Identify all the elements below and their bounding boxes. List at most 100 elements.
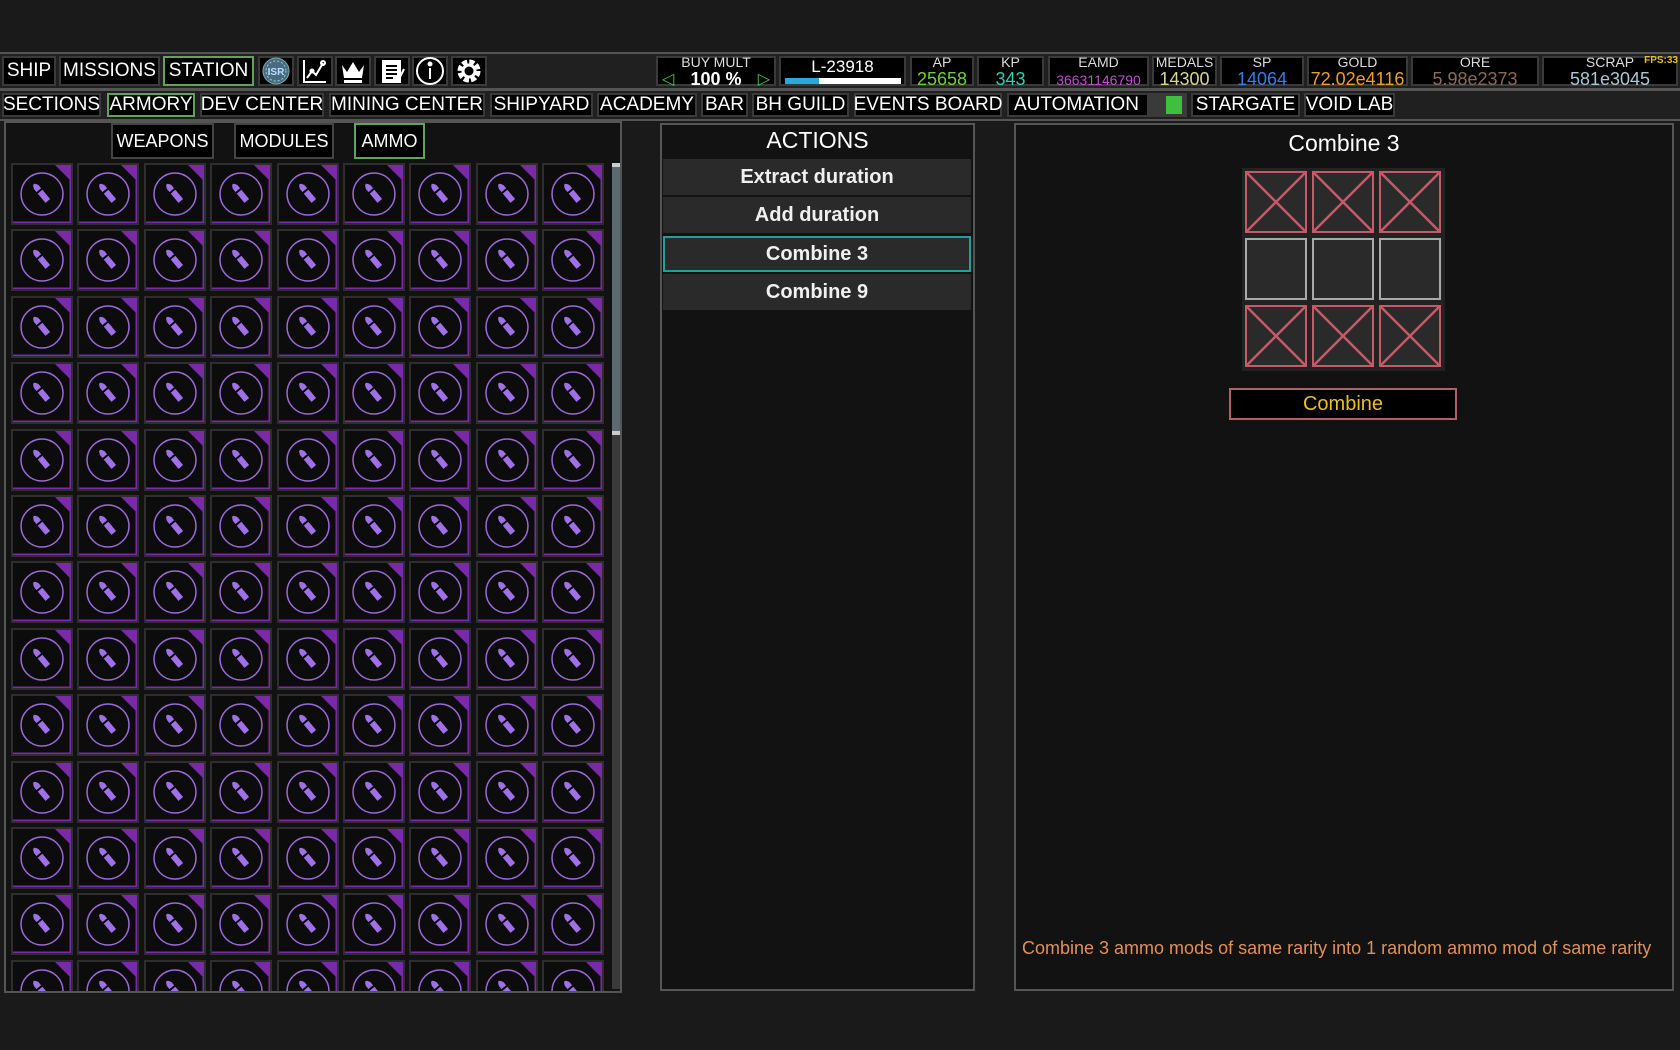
ammo-item[interactable]	[77, 163, 140, 225]
section-bar[interactable]: BAR	[701, 93, 748, 117]
ammo-item[interactable]	[475, 959, 538, 991]
ammo-item[interactable]	[210, 163, 273, 225]
ammo-item[interactable]	[210, 827, 273, 889]
ammo-item[interactable]	[475, 495, 538, 557]
ammo-item[interactable]	[77, 561, 140, 624]
tab-ship[interactable]: SHIP	[2, 56, 56, 86]
ammo-item[interactable]	[409, 229, 472, 292]
ammo-item[interactable]	[210, 627, 273, 690]
ammo-item[interactable]	[475, 561, 538, 624]
section-events-board[interactable]: EVENTS BOARD	[854, 93, 1002, 117]
ammo-item[interactable]	[542, 959, 605, 991]
combine-button[interactable]: Combine	[1229, 388, 1457, 420]
locked-slot[interactable]	[1379, 171, 1441, 233]
tab-modules[interactable]: MODULES	[234, 123, 334, 159]
ammo-item[interactable]	[409, 827, 472, 889]
ammo-item[interactable]	[11, 229, 73, 292]
ammo-item[interactable]	[542, 627, 605, 690]
ammo-item[interactable]	[276, 428, 339, 491]
section-shipyard[interactable]: SHIPYARD	[490, 93, 593, 117]
ammo-item[interactable]	[11, 428, 73, 491]
ammo-item[interactable]	[343, 295, 405, 358]
ammo-item[interactable]	[343, 229, 405, 292]
ammo-item[interactable]	[276, 760, 339, 823]
tab-missions[interactable]: MISSIONS	[59, 56, 160, 86]
info-icon[interactable]	[412, 56, 448, 86]
ammo-item[interactable]	[11, 561, 73, 624]
ammo-item[interactable]	[542, 229, 605, 292]
tab-ammo[interactable]: AMMO	[354, 123, 425, 159]
ammo-item[interactable]	[343, 627, 405, 690]
section-automation[interactable]: AUTOMATION	[1007, 93, 1187, 117]
section-stargate[interactable]: STARGATE	[1191, 93, 1300, 117]
ammo-item[interactable]	[276, 295, 339, 358]
ammo-item[interactable]	[210, 428, 273, 491]
ammo-item[interactable]	[475, 229, 538, 292]
isr-icon[interactable]: ISR	[258, 56, 294, 86]
ammo-item[interactable]	[11, 362, 73, 425]
locked-slot[interactable]	[1312, 171, 1374, 233]
ammo-item[interactable]	[409, 495, 472, 557]
ammo-item[interactable]	[276, 229, 339, 292]
scrollbar[interactable]	[612, 163, 620, 989]
decrease-arrow-icon[interactable]: ◁	[662, 72, 674, 88]
ammo-item[interactable]	[11, 163, 73, 225]
ammo-item[interactable]	[11, 760, 73, 823]
ammo-item[interactable]	[475, 827, 538, 889]
ammo-item[interactable]	[343, 760, 405, 823]
chart-icon[interactable]	[297, 56, 333, 86]
ammo-item[interactable]	[77, 827, 140, 889]
ammo-item[interactable]	[143, 694, 206, 757]
ammo-item[interactable]	[343, 428, 405, 491]
ammo-item[interactable]	[210, 893, 273, 956]
ammo-item[interactable]	[276, 627, 339, 690]
ammo-item[interactable]	[77, 229, 140, 292]
ammo-item[interactable]	[475, 362, 538, 425]
ammo-item[interactable]	[542, 893, 605, 956]
ammo-item[interactable]	[77, 694, 140, 757]
empty-slot[interactable]	[1312, 238, 1374, 300]
ammo-item[interactable]	[276, 827, 339, 889]
ammo-item[interactable]	[409, 694, 472, 757]
section-armory[interactable]: ARMORY	[107, 93, 195, 117]
ammo-item[interactable]	[276, 495, 339, 557]
ammo-item[interactable]	[409, 893, 472, 956]
ammo-item[interactable]	[343, 959, 405, 991]
ammo-item[interactable]	[210, 295, 273, 358]
ammo-item[interactable]	[143, 827, 206, 889]
ammo-item[interactable]	[276, 561, 339, 624]
crown-icon[interactable]	[335, 56, 371, 86]
ammo-item[interactable]	[475, 295, 538, 358]
ammo-item[interactable]	[409, 295, 472, 358]
ammo-item[interactable]	[11, 495, 73, 557]
increase-arrow-icon[interactable]: ▷	[758, 72, 770, 88]
section-bh-guild[interactable]: BH GUILD	[752, 93, 849, 117]
ammo-item[interactable]	[343, 561, 405, 624]
ammo-item[interactable]	[409, 959, 472, 991]
action-combine-3[interactable]: Combine 3	[663, 236, 971, 272]
ammo-item[interactable]	[11, 959, 73, 991]
ammo-item[interactable]	[276, 694, 339, 757]
ammo-item[interactable]	[11, 694, 73, 757]
ammo-item[interactable]	[77, 295, 140, 358]
section-academy[interactable]: ACADEMY	[597, 93, 697, 117]
locked-slot[interactable]	[1312, 305, 1374, 367]
ammo-item[interactable]	[409, 362, 472, 425]
ammo-item[interactable]	[11, 295, 73, 358]
ammo-item[interactable]	[210, 229, 273, 292]
action-extract-duration[interactable]: Extract duration	[663, 159, 971, 195]
ammo-item[interactable]	[343, 694, 405, 757]
locked-slot[interactable]	[1245, 305, 1307, 367]
ammo-item[interactable]	[210, 959, 273, 991]
ammo-item[interactable]	[475, 163, 538, 225]
ammo-item[interactable]	[475, 428, 538, 491]
ammo-item[interactable]	[210, 561, 273, 624]
ammo-item[interactable]	[77, 627, 140, 690]
ammo-item[interactable]	[143, 495, 206, 557]
ammo-item[interactable]	[276, 959, 339, 991]
ammo-item[interactable]	[542, 428, 605, 491]
notepad-icon[interactable]	[374, 56, 410, 86]
empty-slot[interactable]	[1379, 238, 1441, 300]
ammo-item[interactable]	[11, 893, 73, 956]
section-sections[interactable]: SECTIONS	[2, 93, 101, 117]
